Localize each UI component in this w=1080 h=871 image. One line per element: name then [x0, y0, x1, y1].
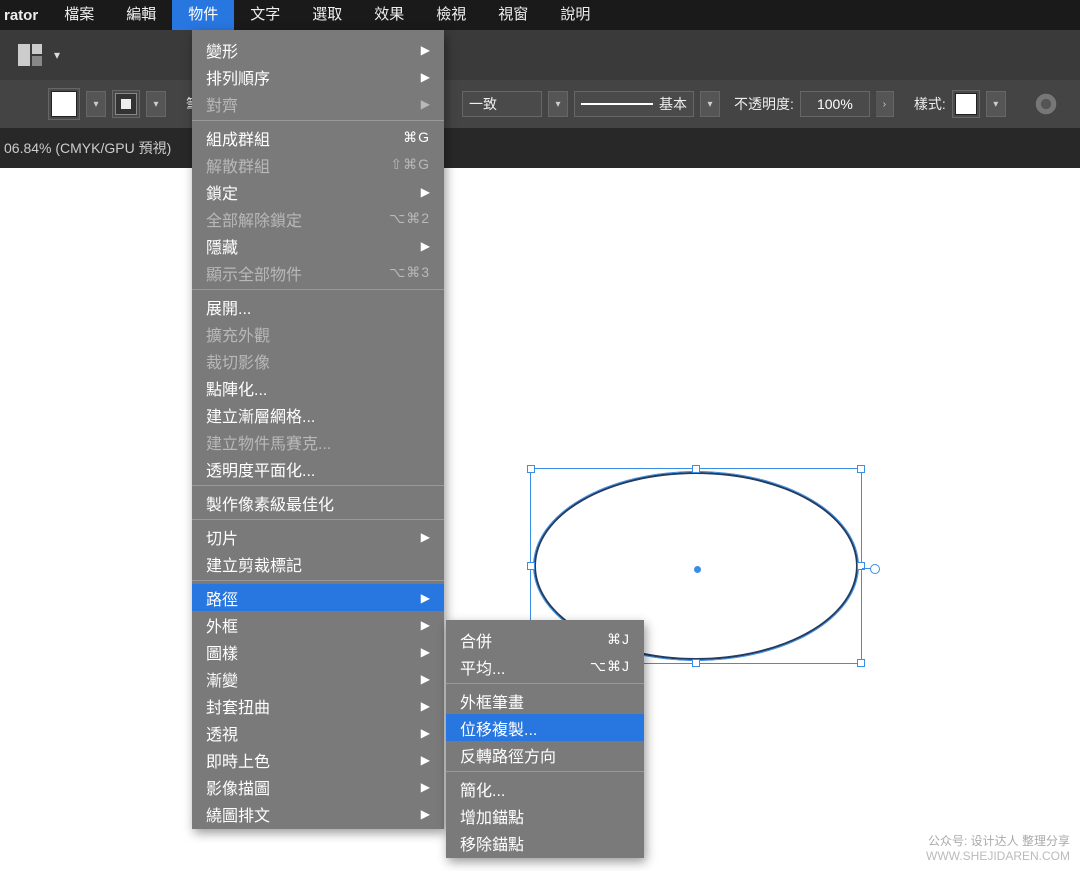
opacity-input[interactable] — [800, 91, 870, 117]
menu-item[interactable]: 展開... — [192, 293, 444, 320]
resize-handle[interactable] — [527, 562, 535, 570]
menu-item: 對齊▶ — [192, 90, 444, 117]
chevron-down-icon[interactable]: ▾ — [54, 48, 60, 62]
stroke-profile[interactable]: 一致 — [462, 91, 542, 117]
path-submenu: 合併⌘J平均...⌥⌘J 外框筆畫位移複製...反轉路徑方向簡化...增加錨點移除… — [446, 620, 644, 858]
stroke-profile-dd[interactable]: ▾ — [548, 91, 568, 117]
submenu-arrow-icon: ▶ — [421, 97, 430, 111]
watermark: 公众号: 设计达人 整理分享 WWW.SHEJIDAREN.COM — [926, 834, 1070, 865]
resize-handle[interactable] — [857, 465, 865, 473]
menu-item[interactable]: 建立剪裁標記 — [192, 550, 444, 577]
document-tab[interactable]: 06.84% (CMYK/GPU 預視) — [4, 138, 171, 158]
menu-item: 裁切影像 — [192, 347, 444, 374]
menu-item: 顯示全部物件⌥⌘3 — [192, 259, 444, 286]
submenu-arrow-icon: ▶ — [421, 780, 430, 794]
submenu-arrow-icon: ▶ — [421, 530, 430, 544]
menu-item[interactable]: 簡化... — [446, 775, 644, 802]
style-label: 樣式: — [914, 94, 946, 114]
menu-edit[interactable]: 編輯 — [110, 0, 172, 30]
menu-item: 全部解除鎖定⌥⌘2 — [192, 205, 444, 232]
resize-handle[interactable] — [527, 465, 535, 473]
shape-widget-handle[interactable] — [870, 564, 880, 574]
menu-item[interactable]: 圖樣▶ — [192, 638, 444, 665]
control-bar: ▾ ▾ 筆 一致 ▾ 基本 ▾ 不透明度: › 樣式: ▾ — [0, 80, 1080, 128]
submenu-arrow-icon: ▶ — [421, 591, 430, 605]
graphic-style-dd[interactable]: ▾ — [986, 91, 1006, 117]
menu-window[interactable]: 視窗 — [482, 0, 544, 30]
app-name: rator — [0, 7, 48, 24]
workspace-icon[interactable] — [18, 44, 42, 66]
menu-item[interactable]: 排列順序▶ — [192, 63, 444, 90]
stroke-swatch[interactable] — [112, 90, 140, 118]
submenu-arrow-icon: ▶ — [421, 43, 430, 57]
menu-item[interactable]: 合併⌘J — [446, 626, 644, 653]
menu-item[interactable]: 建立漸層網格... — [192, 401, 444, 428]
fill-swatch[interactable] — [48, 88, 80, 120]
submenu-arrow-icon: ▶ — [421, 699, 430, 713]
menu-help[interactable]: 說明 — [544, 0, 606, 30]
opacity-label: 不透明度: — [734, 94, 794, 114]
stroke-dropdown[interactable]: ▾ — [146, 91, 166, 117]
fill-dropdown[interactable]: ▾ — [86, 91, 106, 117]
menu-select[interactable]: 選取 — [296, 0, 358, 30]
graphic-style-swatch[interactable] — [952, 90, 980, 118]
menu-view[interactable]: 檢視 — [420, 0, 482, 30]
menu-effect[interactable]: 效果 — [358, 0, 420, 30]
submenu-arrow-icon: ▶ — [421, 70, 430, 84]
menu-item[interactable]: 即時上色▶ — [192, 746, 444, 773]
menu-item[interactable]: 鎖定▶ — [192, 178, 444, 205]
menu-item[interactable]: 外框筆畫 — [446, 687, 644, 714]
menu-item: 解散群組⇧⌘G — [192, 151, 444, 178]
resize-handle[interactable] — [692, 465, 700, 473]
menubar: rator 檔案 編輯 物件 文字 選取 效果 檢視 視窗 說明 — [0, 0, 1080, 30]
document-tab-bar: 06.84% (CMYK/GPU 預視) — [0, 128, 1080, 168]
brush-def[interactable]: 基本 — [574, 91, 694, 117]
submenu-arrow-icon: ▶ — [421, 239, 430, 253]
resize-handle[interactable] — [692, 659, 700, 667]
menu-item[interactable]: 點陣化... — [192, 374, 444, 401]
menu-item[interactable]: 封套扭曲▶ — [192, 692, 444, 719]
menu-type[interactable]: 文字 — [234, 0, 296, 30]
submenu-arrow-icon: ▶ — [421, 185, 430, 199]
recolor-icon[interactable] — [1034, 92, 1058, 116]
menu-item[interactable]: 透明度平面化... — [192, 455, 444, 482]
menu-file[interactable]: 檔案 — [48, 0, 110, 30]
menu-item[interactable]: 變形▶ — [192, 36, 444, 63]
menu-object[interactable]: 物件 — [172, 0, 234, 30]
menu-item[interactable]: 切片▶ — [192, 523, 444, 550]
menu-item[interactable]: 移除錨點 — [446, 829, 644, 856]
menu-item[interactable]: 漸變▶ — [192, 665, 444, 692]
menu-item[interactable]: 影像描圖▶ — [192, 773, 444, 800]
menu-item[interactable]: 增加錨點 — [446, 802, 644, 829]
menu-item[interactable]: 外框▶ — [192, 611, 444, 638]
submenu-arrow-icon: ▶ — [421, 753, 430, 767]
resize-handle[interactable] — [857, 659, 865, 667]
center-point — [694, 566, 701, 573]
menu-item[interactable]: 組成群組⌘G — [192, 124, 444, 151]
submenu-arrow-icon: ▶ — [421, 672, 430, 686]
menu-item: 建立物件馬賽克... — [192, 428, 444, 455]
opacity-stepper[interactable]: › — [876, 91, 894, 117]
object-menu: 變形▶排列順序▶對齊▶ 組成群組⌘G解散群組⇧⌘G鎖定▶全部解除鎖定⌥⌘2隱藏▶顯… — [192, 30, 444, 829]
brush-def-dd[interactable]: ▾ — [700, 91, 720, 117]
menu-item[interactable]: 路徑▶ — [192, 584, 444, 611]
menu-item[interactable]: 透視▶ — [192, 719, 444, 746]
menu-item[interactable]: 隱藏▶ — [192, 232, 444, 259]
menu-item: 擴充外觀 — [192, 320, 444, 347]
submenu-arrow-icon: ▶ — [421, 807, 430, 821]
menu-item[interactable]: 反轉路徑方向 — [446, 741, 644, 768]
app-bar: ▾ — [0, 30, 1080, 80]
menu-item[interactable]: 製作像素級最佳化 — [192, 489, 444, 516]
submenu-arrow-icon: ▶ — [421, 645, 430, 659]
menu-item[interactable]: 平均...⌥⌘J — [446, 653, 644, 680]
submenu-arrow-icon: ▶ — [421, 726, 430, 740]
submenu-arrow-icon: ▶ — [421, 618, 430, 632]
menu-item[interactable]: 位移複製... — [446, 714, 644, 741]
menu-item[interactable]: 繞圖排文▶ — [192, 800, 444, 827]
